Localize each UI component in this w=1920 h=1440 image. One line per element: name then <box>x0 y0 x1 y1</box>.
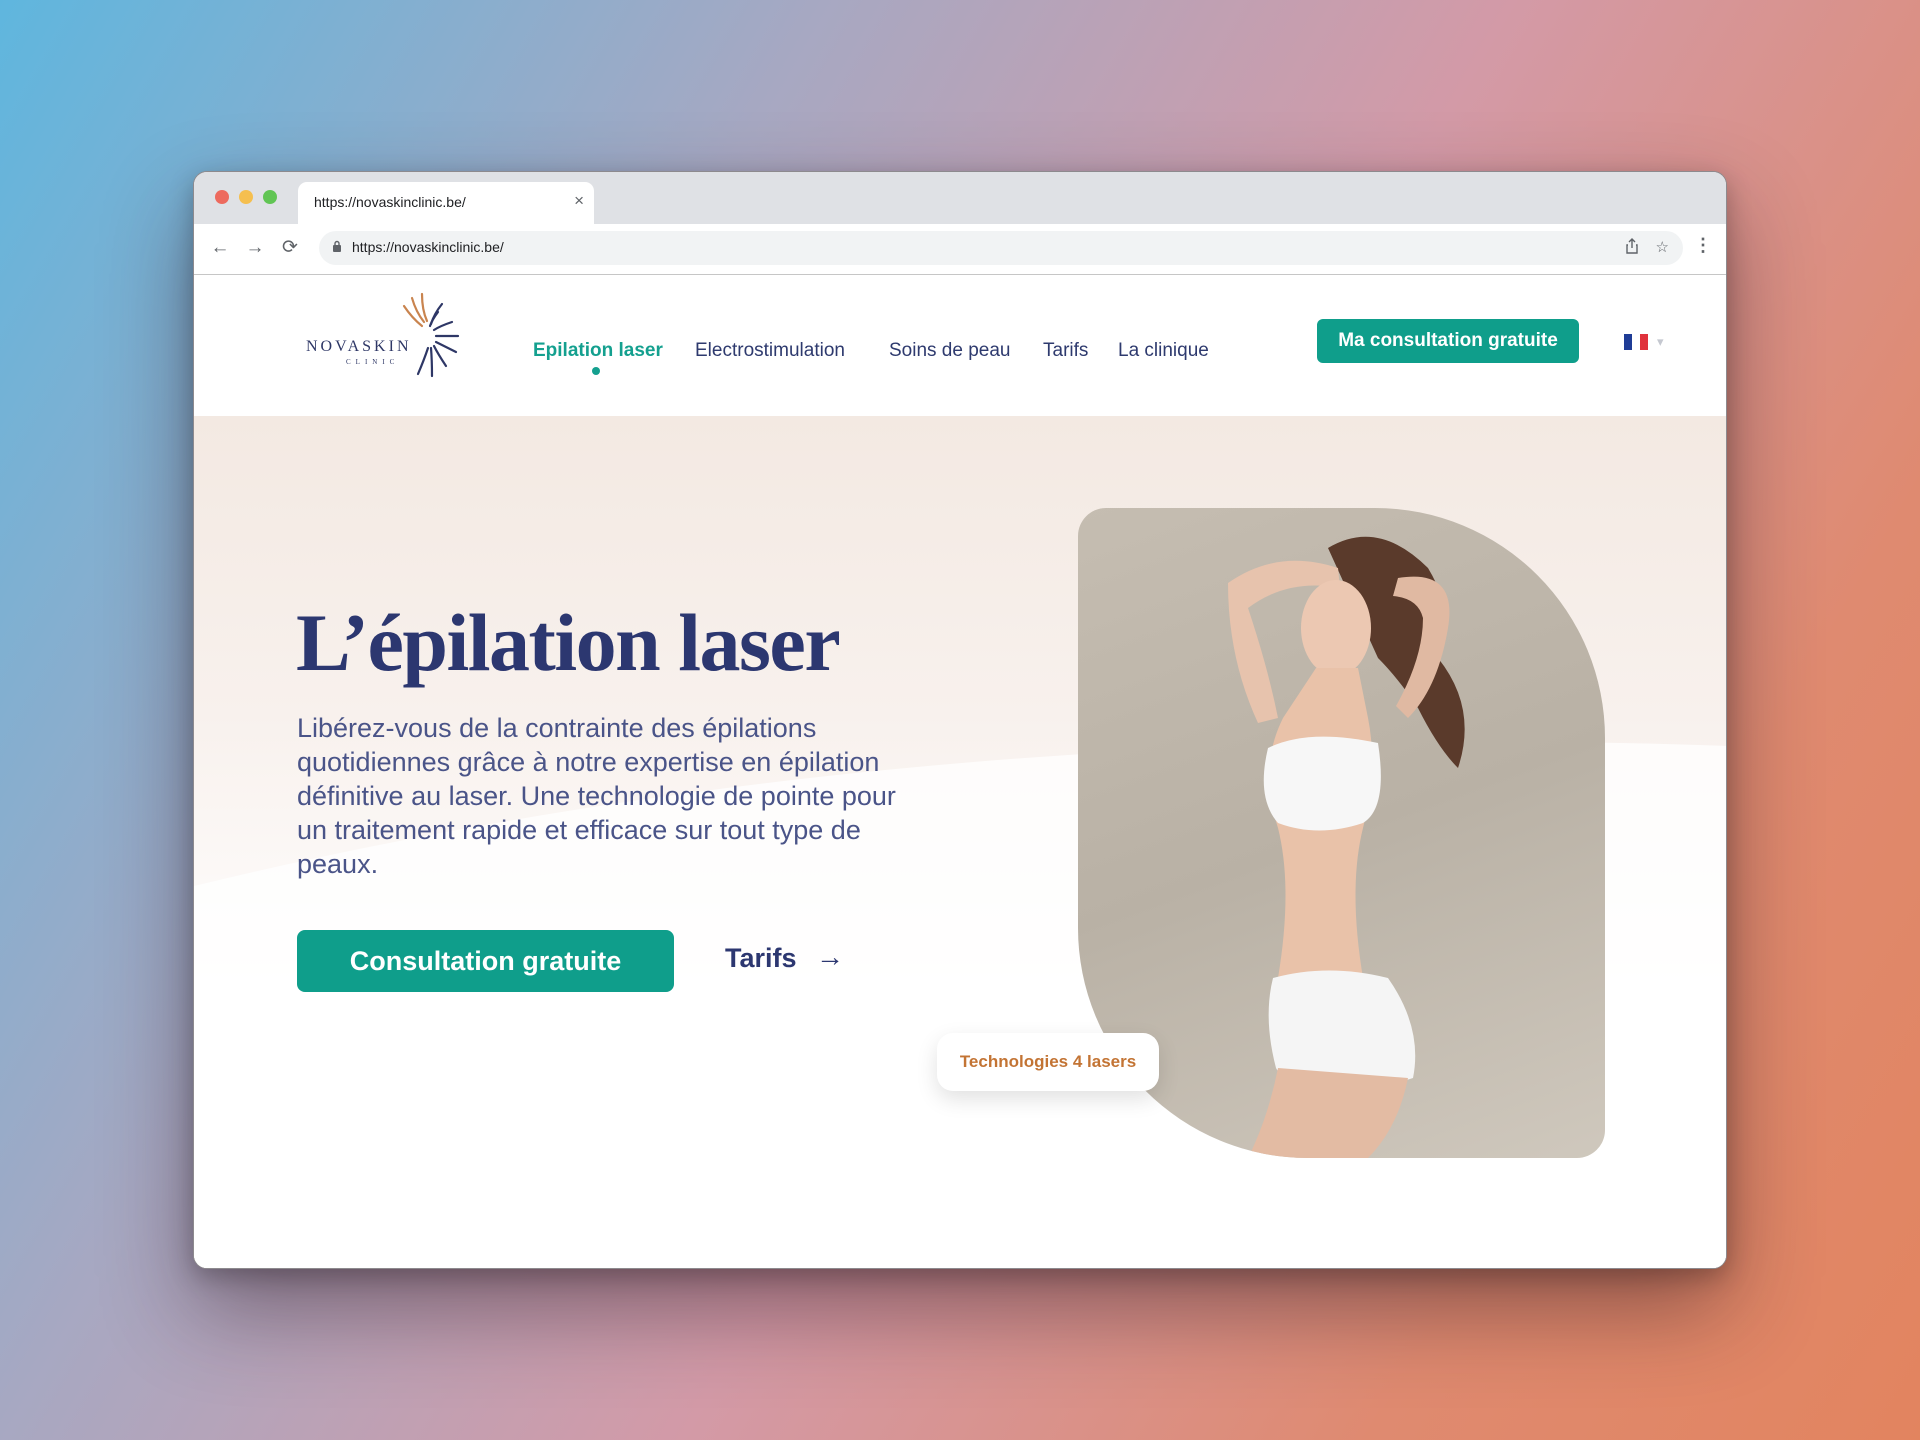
arrow-right-icon[interactable]: → <box>816 941 844 973</box>
share-icon[interactable] <box>1625 238 1639 258</box>
novaskin-logo[interactable]: NOVASKIN CLINIC <box>306 292 466 392</box>
consultation-button[interactable]: Consultation gratuite <box>297 930 674 992</box>
active-nav-indicator <box>592 367 600 375</box>
star-icon[interactable]: ☆ <box>1656 238 1669 256</box>
nav-epilation-laser[interactable]: Epilation laser <box>533 340 663 362</box>
website: NOVASKIN CLINIC Epilation laser Electros… <box>194 276 1726 1268</box>
tab-title: https://novaskinclinic.be/ <box>314 194 466 210</box>
tab-close-icon[interactable]: × <box>574 191 584 211</box>
flag-fr-icon[interactable] <box>1624 334 1648 350</box>
maximize-window-button[interactable] <box>263 190 277 204</box>
minimize-window-button[interactable] <box>239 190 253 204</box>
browser-toolbar: ← → ⟳ https://novaskinclinic.be/ ☆ ⋮ <box>194 224 1726 275</box>
browser-window: https://novaskinclinic.be/ × ← → ⟳ https… <box>193 171 1727 1269</box>
back-arrow-icon[interactable]: ← <box>208 236 232 260</box>
reload-icon[interactable]: ⟳ <box>278 236 302 260</box>
nav-electrostimulation[interactable]: Electrostimulation <box>695 340 845 362</box>
logo-wordmark: NOVASKIN <box>306 338 412 355</box>
tarifs-link[interactable]: Tarifs <box>725 943 797 974</box>
nav-tarifs[interactable]: Tarifs <box>1043 340 1088 362</box>
header-consultation-button[interactable]: Ma consultation gratuite <box>1317 319 1579 363</box>
url-text[interactable]: https://novaskinclinic.be/ <box>352 239 504 255</box>
technologies-badge: Technologies 4 lasers <box>937 1033 1159 1091</box>
nav-soins-de-peau[interactable]: Soins de peau <box>889 340 1011 362</box>
hero-section: L’épilation laser Libérez-vous de la con… <box>194 416 1726 1268</box>
address-bar[interactable]: https://novaskinclinic.be/ ☆ <box>319 231 1683 265</box>
logo-subtitle: CLINIC <box>346 358 400 366</box>
close-window-button[interactable] <box>215 190 229 204</box>
site-header: NOVASKIN CLINIC Epilation laser Electros… <box>194 276 1726 416</box>
hero-title: L’épilation laser <box>296 597 841 688</box>
lock-icon <box>332 240 342 256</box>
tab-bar: https://novaskinclinic.be/ × <box>194 172 1726 224</box>
forward-arrow-icon[interactable]: → <box>243 236 267 260</box>
menu-icon[interactable]: ⋮ <box>1694 235 1712 256</box>
language-dropdown-icon[interactable]: ▾ <box>1657 334 1664 350</box>
hero-description: Libérez-vous de la contrainte des épilat… <box>297 713 896 879</box>
browser-tab[interactable]: https://novaskinclinic.be/ × <box>298 182 594 224</box>
nav-la-clinique[interactable]: La clinique <box>1118 340 1209 362</box>
